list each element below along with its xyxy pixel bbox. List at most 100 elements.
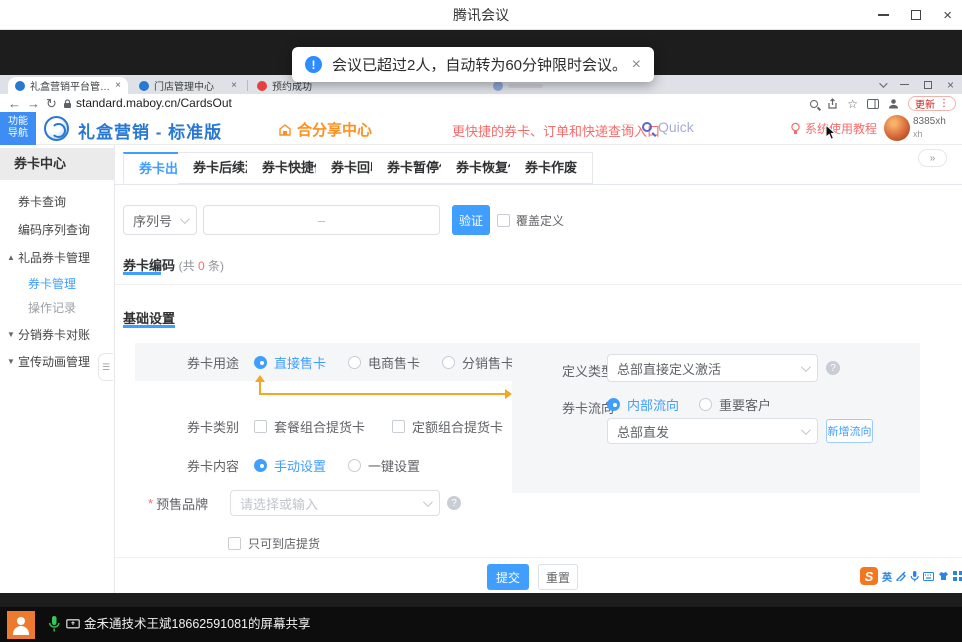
radio-internal-flow[interactable] xyxy=(607,398,620,411)
submit-button[interactable]: 提交 xyxy=(487,564,529,590)
sidebar-drag-handle[interactable]: ☰ xyxy=(98,353,113,381)
browser-window: 礼盒营销平台管理中心 × 门店管理中心 × 预约成功 × xyxy=(0,75,962,593)
search-icon xyxy=(642,122,652,132)
radio-direct-sale[interactable] xyxy=(254,356,267,369)
side-panel-icon[interactable] xyxy=(867,99,879,109)
override-checkbox-row: 覆盖定义 xyxy=(497,205,564,235)
main-content: 券卡出库 券卡后续激活 券卡快捷修改 券卡回收 券卡暂停使用 券卡恢复使用 券卡… xyxy=(115,145,962,593)
forward-icon[interactable]: → xyxy=(27,94,40,113)
screen-share-icon[interactable] xyxy=(66,619,80,630)
sidebar-item-card-query[interactable]: 券卡查询 xyxy=(0,192,115,212)
share-center-label: 合分享中心 xyxy=(297,119,372,140)
sidebar-item-card-management[interactable]: 券卡管理 xyxy=(0,274,115,294)
tab-card-void[interactable]: 券卡作废 xyxy=(510,152,593,184)
reload-icon[interactable]: ↻ xyxy=(46,94,57,113)
function-nav-button[interactable]: 功能 导航 xyxy=(0,112,36,145)
mic-on-icon[interactable] xyxy=(48,616,60,632)
sidebar-group-distribution-reconcile[interactable]: ▼ 分销券卡对账 xyxy=(0,325,115,345)
sidebar-item-operation-log[interactable]: 操作记录 xyxy=(0,298,115,318)
collapse-arrow-icon: ▼ xyxy=(7,325,15,345)
checkbox-label-store-pickup-only: 只可到店提货 xyxy=(248,535,320,552)
codes-count: 0 xyxy=(198,259,205,273)
zoom-icon[interactable] xyxy=(810,100,818,108)
browser-window-controls: × xyxy=(879,75,954,94)
tab-close-icon[interactable]: × xyxy=(231,80,237,91)
serial-range-input[interactable]: – xyxy=(203,205,440,235)
radio-label-direct-sale: 直接售卡 xyxy=(274,353,326,372)
user-name: 8385xh xh xyxy=(913,116,946,140)
info-icon: ! xyxy=(305,56,322,73)
help-icon[interactable]: ? xyxy=(447,496,461,510)
share-icon[interactable] xyxy=(827,98,838,109)
chrome-update-button[interactable]: 更新 ⋮ xyxy=(908,96,956,111)
browser-maximize-icon[interactable] xyxy=(924,81,932,89)
favicon-icon xyxy=(139,81,149,91)
quick-search[interactable]: Quick xyxy=(642,119,694,135)
minimize-icon[interactable] xyxy=(878,14,889,16)
mouse-cursor xyxy=(824,124,837,142)
user-name-main: 8385xh xyxy=(913,116,946,128)
browser-tab-2[interactable]: 门店管理中心 × xyxy=(132,77,244,94)
flow-select[interactable]: 总部直发 xyxy=(607,418,818,444)
define-type-select[interactable]: 总部直接定义激活 xyxy=(607,354,818,382)
bookmark-star-icon[interactable]: ☆ xyxy=(847,97,858,111)
profile-icon[interactable] xyxy=(888,98,899,109)
radio-important-customer[interactable] xyxy=(699,398,712,411)
user-avatar[interactable] xyxy=(884,115,910,141)
brand-select[interactable]: 请选择或输入 xyxy=(230,490,440,516)
warehouse-icon xyxy=(278,123,292,137)
share-center-link[interactable]: 合分享中心 xyxy=(278,119,372,140)
pointing-hand-icon: ☞ xyxy=(622,119,635,136)
override-checkbox[interactable] xyxy=(497,214,510,227)
browser-close-icon[interactable]: × xyxy=(947,78,954,92)
radio-label-manual-setup: 手动设置 xyxy=(274,456,326,475)
radio-ecommerce-sale[interactable] xyxy=(348,356,361,369)
add-flow-button[interactable]: 新增流向 xyxy=(826,419,873,443)
content-tabbar: 券卡出库 券卡后续激活 券卡快捷修改 券卡回收 券卡暂停使用 券卡恢复使用 券卡… xyxy=(115,152,962,185)
kebab-menu-icon[interactable]: ⋮ xyxy=(939,98,949,109)
app-logo-icon xyxy=(44,116,69,141)
back-icon[interactable]: ← xyxy=(8,94,21,113)
ime-skin-icon[interactable] xyxy=(938,571,949,581)
browser-tab-1[interactable]: 礼盒营销平台管理中心 × xyxy=(8,77,128,94)
ime-pen-icon[interactable] xyxy=(896,571,906,581)
browser-minimize-icon[interactable] xyxy=(900,84,909,85)
radio-label-one-click-setup: 一键设置 xyxy=(368,456,420,475)
radio-one-click-setup[interactable] xyxy=(348,459,361,472)
sidebar-group-gift-card-management[interactable]: ▲ 礼品券卡管理 xyxy=(0,248,115,268)
brand-label: 预售品牌 xyxy=(156,494,208,513)
override-checkbox-label: 覆盖定义 xyxy=(516,212,564,229)
checkbox-combo-pickup-card[interactable] xyxy=(254,420,267,433)
ime-mic-icon[interactable] xyxy=(910,571,919,582)
ime-toolbox-icon[interactable] xyxy=(953,571,962,581)
tencent-meeting-window: 腾讯会议 × 礼盒营销平台管理中心 × 门店管理中心 × 预约成功 xyxy=(0,0,962,642)
flow-select-value: 总部直发 xyxy=(617,422,669,441)
ime-keyboard-icon[interactable] xyxy=(923,572,934,581)
flow-radio-row: 内部流向 重要客户 xyxy=(607,395,771,413)
radio-manual-setup[interactable] xyxy=(254,459,267,472)
reset-button[interactable]: 重置 xyxy=(538,564,578,590)
serial-type-select[interactable]: 序列号 xyxy=(123,205,197,235)
radio-distribution-sale[interactable] xyxy=(442,356,455,369)
verify-button[interactable]: 验证 xyxy=(452,205,490,235)
close-icon[interactable]: × xyxy=(943,8,952,23)
notification-close-icon[interactable]: × xyxy=(632,57,641,73)
chevron-down-icon xyxy=(801,425,811,435)
divider xyxy=(115,557,962,558)
checkbox-fixed-combo-pickup-card[interactable] xyxy=(392,420,405,433)
favicon-icon xyxy=(15,81,25,91)
usage-row: 券卡用途 直接售卡 电商售卡 分销售卡 xyxy=(187,343,514,381)
category-label: 券卡类别 xyxy=(187,417,239,436)
participant-icon[interactable] xyxy=(7,611,35,639)
collapse-panel-button[interactable]: » xyxy=(918,149,947,167)
ime-lang-toggle[interactable]: 英 xyxy=(882,569,892,584)
basic-settings-underline xyxy=(123,325,175,328)
sogou-logo-icon[interactable]: S xyxy=(860,567,878,585)
sidebar-item-code-sequence-query[interactable]: 编码序列查询 xyxy=(0,220,115,240)
chevron-down-icon[interactable] xyxy=(879,79,887,87)
checkbox-store-pickup-only[interactable] xyxy=(228,537,241,550)
help-icon[interactable]: ? xyxy=(826,361,840,375)
url-text[interactable]: standard.maboy.cn/CardsOut xyxy=(76,94,232,113)
tab-close-icon[interactable]: × xyxy=(115,80,121,91)
maximize-icon[interactable] xyxy=(911,10,921,20)
